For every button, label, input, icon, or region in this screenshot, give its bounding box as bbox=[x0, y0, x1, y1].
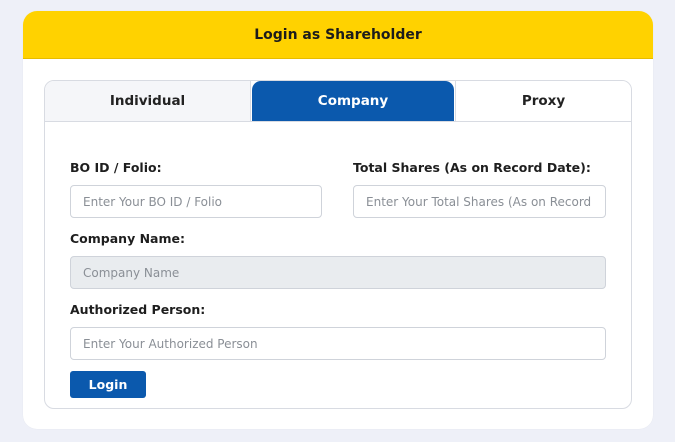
tab-company[interactable]: Company bbox=[252, 81, 454, 121]
card-header: Login as Shareholder bbox=[23, 11, 653, 59]
bo-id-input[interactable] bbox=[70, 185, 322, 218]
tab-proxy-label: Proxy bbox=[521, 93, 566, 109]
login-panel: Individual Company Proxy BO ID / Folio: … bbox=[44, 80, 632, 409]
bo-id-label: BO ID / Folio: bbox=[70, 160, 162, 175]
tab-bar: Individual Company Proxy bbox=[45, 81, 631, 122]
tab-company-label: Company bbox=[317, 93, 389, 109]
authorized-person-input[interactable] bbox=[70, 327, 606, 360]
company-name-label: Company Name: bbox=[70, 231, 185, 246]
tab-individual-label: Individual bbox=[109, 93, 186, 109]
page-title: Login as Shareholder bbox=[254, 26, 422, 43]
login-button[interactable]: Login bbox=[70, 371, 146, 398]
company-name-input bbox=[70, 256, 606, 289]
total-shares-input[interactable] bbox=[353, 185, 606, 218]
login-card: Login as Shareholder Individual Company … bbox=[23, 11, 653, 429]
tab-proxy[interactable]: Proxy bbox=[455, 81, 631, 121]
tab-individual[interactable]: Individual bbox=[45, 81, 251, 121]
total-shares-label: Total Shares (As on Record Date): bbox=[353, 160, 591, 175]
authorized-person-label: Authorized Person: bbox=[70, 302, 206, 317]
